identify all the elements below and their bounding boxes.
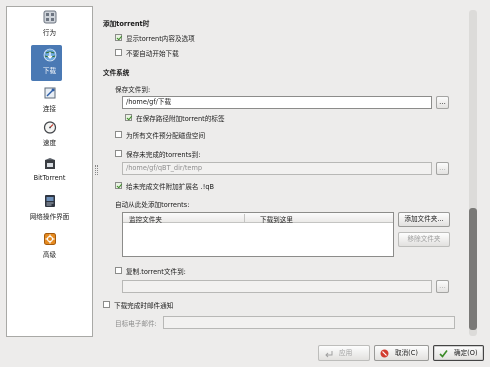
behavior-icon — [43, 10, 56, 24]
apply-arrow-icon — [325, 351, 333, 358]
sidebar-item-label: BitTorrent — [33, 174, 66, 182]
section-heading-add-torrent: 添加torrent时 — [103, 20, 150, 28]
email-notify-checkbox[interactable] — [103, 301, 110, 308]
copy-torrent-path-field[interactable] — [122, 280, 432, 293]
ok-check-icon — [439, 350, 448, 358]
table-header: 监控文件夹 下载到这里 — [123, 213, 393, 224]
no-autostart-checkbox[interactable] — [115, 49, 122, 56]
sidebar-splitter-handle[interactable] — [95, 165, 98, 175]
append-label-checkbox[interactable] — [125, 114, 132, 121]
preallocate-checkbox[interactable] — [115, 131, 122, 138]
cancel-label: 取消(C) — [395, 349, 418, 357]
copy-torrent-label[interactable]: 复制.torrent文件到: — [126, 266, 186, 276]
preallocate-label[interactable]: 为所有文件预分配磁盘空间 — [126, 130, 205, 140]
ok-button[interactable]: 确定(O) — [433, 345, 484, 361]
sidebar-item-behavior[interactable]: 行为 — [7, 10, 92, 40]
incomplete-path-browse-button[interactable]: ... — [436, 162, 449, 175]
show-torrent-contents-checkbox[interactable] — [115, 34, 122, 41]
target-email-label: 目标电子邮件: — [115, 320, 157, 328]
sidebar-item-label: 网络操作界面 — [29, 213, 70, 221]
sidebar-item-label: 速度 — [42, 139, 57, 147]
download-globe-icon — [43, 48, 56, 62]
sidebar-item-label: 行为 — [42, 29, 57, 37]
panel-scrollbar[interactable] — [469, 10, 477, 336]
show-torrent-contents-label[interactable]: 显示torrent内容及选项 — [126, 33, 195, 43]
incomplete-folder-checkbox[interactable] — [115, 150, 122, 157]
copy-torrent-checkbox[interactable] — [115, 267, 122, 274]
sidebar-item-downloads[interactable]: 下载 — [7, 45, 92, 81]
copy-torrent-browse-button[interactable]: ... — [436, 280, 449, 293]
settings-category-list[interactable]: 行为 下载 连接 速度 BitTorrent 网络操作界面 高级 — [6, 6, 93, 337]
bittorrent-icon — [44, 158, 55, 169]
ok-label: 确定(O) — [454, 349, 478, 357]
sidebar-item-speed[interactable]: 速度 — [7, 120, 92, 150]
apply-button[interactable]: 应用 — [318, 345, 370, 361]
append-label-text[interactable]: 在保存路径附加torrent的标签 — [136, 113, 225, 123]
remove-folder-button[interactable]: 移除文件夹 — [398, 232, 450, 247]
advanced-icon — [43, 233, 56, 245]
apply-label: 应用 — [339, 349, 353, 357]
scrollbar-thumb[interactable] — [469, 208, 477, 330]
section-heading-filesystem: 文件系统 — [103, 69, 130, 77]
column-separator — [244, 214, 245, 222]
append-qb-extension-label[interactable]: 给未完成文件附加扩展名 .!qB — [126, 181, 214, 191]
download-here-column-header[interactable]: 下载到这里 — [260, 214, 293, 224]
sidebar-item-connection[interactable]: 连接 — [7, 86, 92, 116]
watched-folders-table[interactable]: 监控文件夹 下载到这里 — [122, 212, 394, 257]
cancel-button[interactable]: 取消(C) — [374, 345, 429, 361]
speed-gauge-icon — [43, 121, 56, 134]
save-path-browse-button[interactable]: ... — [436, 96, 449, 109]
watch-folder-column-header[interactable]: 监控文件夹 — [129, 214, 162, 224]
incomplete-folder-label[interactable]: 保存未完成的torrents到: — [126, 149, 200, 159]
auto-add-label: 自动从此处添加torrents: — [115, 201, 190, 209]
append-qb-extension-checkbox[interactable] — [115, 182, 122, 189]
web-ui-icon — [44, 195, 55, 207]
downloads-settings-panel: 添加torrent时 显示torrent内容及选项 不要自动开始下载 文件系统 … — [99, 10, 469, 335]
no-autostart-label[interactable]: 不要自动开始下载 — [126, 48, 179, 58]
sidebar-item-web-ui[interactable]: 网络操作界面 — [7, 194, 92, 224]
sidebar-item-label: 下载 — [42, 67, 57, 75]
add-folder-button[interactable]: 添加文件夹... — [398, 212, 450, 227]
save-path-field[interactable]: /home/gf/下载 — [122, 96, 432, 109]
sidebar-item-advanced[interactable]: 高级 — [7, 232, 92, 262]
sidebar-item-label: 连接 — [42, 105, 57, 113]
target-email-field[interactable] — [163, 316, 455, 329]
email-notify-label[interactable]: 下载完成时邮件通知 — [114, 300, 173, 310]
sidebar-item-bittorrent[interactable]: BitTorrent — [7, 157, 92, 187]
cancel-icon — [380, 349, 389, 358]
save-to-label: 保存文件到: — [115, 86, 151, 94]
incomplete-path-field[interactable]: /home/gf/qBT_dir/temp — [122, 162, 432, 175]
sidebar-item-label: 高级 — [42, 251, 57, 259]
connection-icon — [44, 87, 55, 99]
